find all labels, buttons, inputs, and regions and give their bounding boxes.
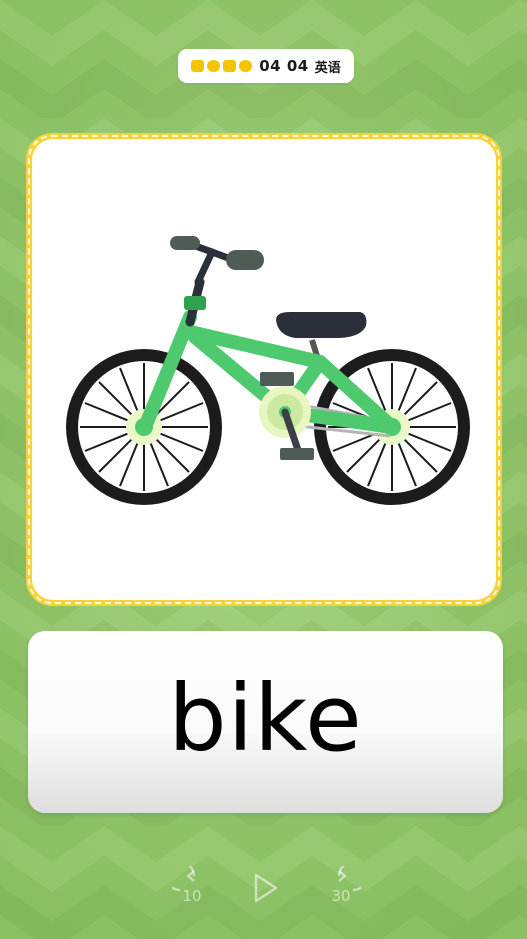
flashcard-word: bike — [168, 665, 363, 772]
brand-logo: 04 04 英语 — [178, 49, 354, 83]
play-icon — [254, 873, 278, 903]
forward-button[interactable]: 30 — [321, 866, 361, 908]
play-button[interactable] — [245, 866, 285, 908]
rewind-button[interactable]: 10 — [172, 866, 212, 908]
brand-number: 04 04 — [259, 57, 309, 75]
brand-chinese: 英语 — [314, 60, 341, 76]
word-card: bike — [28, 631, 503, 813]
forward-seconds: 30 — [331, 887, 351, 905]
rewind-seconds: 10 — [182, 887, 202, 905]
bicycle-icon — [66, 236, 470, 505]
dodo-logo-icon — [191, 59, 253, 73]
